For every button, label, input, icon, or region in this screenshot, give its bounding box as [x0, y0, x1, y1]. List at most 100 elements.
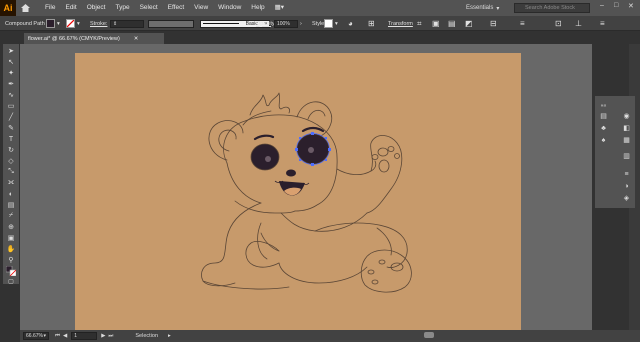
- stroke-swatch[interactable]: [66, 19, 75, 28]
- document-tab[interactable]: flower.ai* @ 66.67% (CMYK/Preview) ✕: [24, 33, 164, 44]
- zoom-level-value: 66.67%: [26, 333, 43, 339]
- image-trace-icon[interactable]: ▤: [599, 112, 608, 120]
- eraser-tool-icon[interactable]: ◇: [6, 157, 16, 165]
- variable-width-profile[interactable]: [148, 19, 194, 28]
- eyedropper-tool-icon[interactable]: ⌿: [6, 212, 16, 220]
- menu-select[interactable]: Select: [135, 0, 163, 16]
- hand-tool-icon[interactable]: ✋: [6, 245, 16, 253]
- menu-edit[interactable]: Edit: [60, 0, 81, 16]
- pencil-tool-icon[interactable]: ✎: [6, 124, 16, 132]
- scale-tool-icon[interactable]: ⤡: [6, 168, 16, 176]
- fill-swatch[interactable]: [46, 19, 55, 28]
- menu-window[interactable]: Window: [213, 0, 246, 16]
- brush-stroke-preview: [203, 22, 239, 25]
- panel-menu-icon[interactable]: ≡: [600, 16, 605, 31]
- next-artboard-icon[interactable]: ▶: [101, 333, 105, 339]
- transform-link[interactable]: Transform: [388, 16, 413, 31]
- blend-tool-icon[interactable]: ⊕: [6, 223, 16, 231]
- arrange-documents-icon[interactable]: ▦▾: [270, 0, 289, 16]
- transparency-icon[interactable]: ◑: [622, 182, 631, 190]
- artboard-number-select[interactable]: 1: [71, 332, 98, 340]
- app-logo: Ai: [0, 0, 16, 16]
- chevron-down-icon: ▾: [496, 5, 500, 12]
- close-tab-icon[interactable]: ✕: [134, 36, 139, 42]
- status-bar: 66.67% ▾ ⏮ ◀ 1 ▶ ⏭ Selection ▸: [20, 330, 640, 342]
- status-tool-name: Selection: [135, 333, 159, 339]
- paintbrush-tool-icon[interactable]: ╱: [6, 113, 16, 121]
- zoom-level-select[interactable]: 66.67% ▾: [23, 332, 49, 340]
- collapsed-panels: «« ▤ ♣ ♠ ◉ ◧ ▦ ▥ ≡ ◑ ◈: [595, 96, 635, 208]
- align-icon[interactable]: ⊞: [368, 16, 375, 31]
- recolor-artwork-icon[interactable]: ◕: [348, 16, 353, 31]
- last-artboard-icon[interactable]: ⏭: [108, 333, 113, 340]
- menu-help[interactable]: Help: [246, 0, 269, 16]
- rotate-tool-icon[interactable]: ↻: [6, 146, 16, 154]
- artboard[interactable]: [75, 53, 521, 331]
- chevron-down-icon: ▾: [335, 20, 338, 27]
- panel-collapse-icon[interactable]: ««: [599, 102, 608, 110]
- magic-wand-tool-icon[interactable]: ✦: [6, 69, 16, 77]
- clipping-mask-icon[interactable]: ⊡: [555, 16, 562, 31]
- screen-mode-icon[interactable]: ▢: [6, 277, 16, 285]
- artboard-number-value: 1: [74, 333, 77, 339]
- opacity-input[interactable]: 100%: [274, 19, 298, 28]
- stock-search-input[interactable]: Search Adobe Stock: [514, 3, 590, 13]
- gradient-tool-icon[interactable]: ▤: [6, 201, 16, 209]
- fill-stroke-icon[interactable]: [6, 266, 16, 276]
- status-menu-icon[interactable]: ▸: [168, 333, 171, 339]
- color-icon[interactable]: ◉: [622, 112, 631, 120]
- swatches-icon[interactable]: ▦: [622, 136, 631, 144]
- horizontal-scrollbar-thumb[interactable]: [424, 332, 434, 338]
- stroke-label[interactable]: Stroke:: [90, 16, 107, 31]
- bear-illustration[interactable]: [75, 53, 521, 331]
- zoom-tool-icon[interactable]: ⚲: [6, 256, 16, 264]
- arrange-icon[interactable]: ⊟: [490, 16, 497, 31]
- menu-type[interactable]: Type: [110, 0, 134, 16]
- first-artboard-icon[interactable]: ⏮: [55, 333, 60, 340]
- type-tool-icon[interactable]: T: [6, 135, 16, 143]
- fill-control[interactable]: ▾: [46, 16, 60, 31]
- select-similar-icon[interactable]: ◩: [465, 16, 473, 31]
- stroke-panel-icon[interactable]: ≡: [622, 170, 631, 178]
- layers-icon[interactable]: ◈: [622, 194, 631, 202]
- document-tab-label: flower.ai* @ 66.67% (CMYK/Preview): [28, 35, 120, 42]
- search-placeholder: Search Adobe Stock: [525, 5, 575, 11]
- shape-builder-tool-icon[interactable]: ◐: [6, 190, 16, 198]
- previous-artboard-icon[interactable]: ◀: [63, 333, 67, 339]
- selection-type: Compound Path: [5, 20, 45, 27]
- brushes-icon[interactable]: ▥: [622, 152, 631, 160]
- make-envelope-icon[interactable]: ▣: [432, 16, 440, 31]
- chevron-right-icon[interactable]: ›: [300, 16, 302, 31]
- menu-file[interactable]: File: [40, 0, 60, 16]
- selection-tool-icon[interactable]: ➤: [6, 47, 16, 55]
- menu-view[interactable]: View: [189, 0, 213, 16]
- workspace-switcher[interactable]: Essentials ▾: [466, 3, 499, 13]
- libraries-icon[interactable]: ♠: [599, 136, 608, 144]
- rectangle-tool-icon[interactable]: ▭: [6, 102, 16, 110]
- graphic-style-control[interactable]: ▾: [324, 16, 338, 31]
- pen-tool-icon[interactable]: ✒: [6, 80, 16, 88]
- stroke-weight-input[interactable]: ⇕: [110, 19, 144, 28]
- close-icon[interactable]: ✕: [628, 2, 634, 10]
- chevron-down-icon: ▾: [43, 333, 46, 339]
- graphic-style-swatch[interactable]: [324, 19, 333, 28]
- menu-effect[interactable]: Effect: [163, 0, 190, 16]
- artboard-tool-icon[interactable]: ▣: [6, 234, 16, 242]
- symbols-icon[interactable]: ♣: [599, 124, 608, 132]
- document-tab-bar: flower.ai* @ 66.67% (CMYK/Preview) ✕: [20, 31, 592, 44]
- workspace-label: Essentials: [466, 5, 494, 11]
- envelope-distort-icon[interactable]: ▤: [448, 16, 456, 31]
- align-center-icon[interactable]: ⊥: [575, 16, 582, 31]
- isolate-object-icon[interactable]: ⌗: [417, 16, 422, 31]
- menu-object[interactable]: Object: [82, 0, 111, 16]
- minimize-icon[interactable]: –: [600, 2, 604, 9]
- maximize-icon[interactable]: □: [614, 2, 618, 9]
- control-bar: Compound Path ▾ ▾ Stroke: ⇕ Basic ▾ Opaci…: [0, 16, 640, 31]
- more-options-icon[interactable]: ≡: [520, 16, 525, 31]
- color-guide-icon[interactable]: ◧: [622, 124, 631, 132]
- curvature-tool-icon[interactable]: ∿: [6, 91, 16, 99]
- stroke-color-control[interactable]: ▾: [66, 16, 80, 31]
- direct-selection-tool-icon[interactable]: ↖: [6, 58, 16, 66]
- home-icon[interactable]: [16, 0, 34, 16]
- width-tool-icon[interactable]: ⟗: [6, 179, 16, 187]
